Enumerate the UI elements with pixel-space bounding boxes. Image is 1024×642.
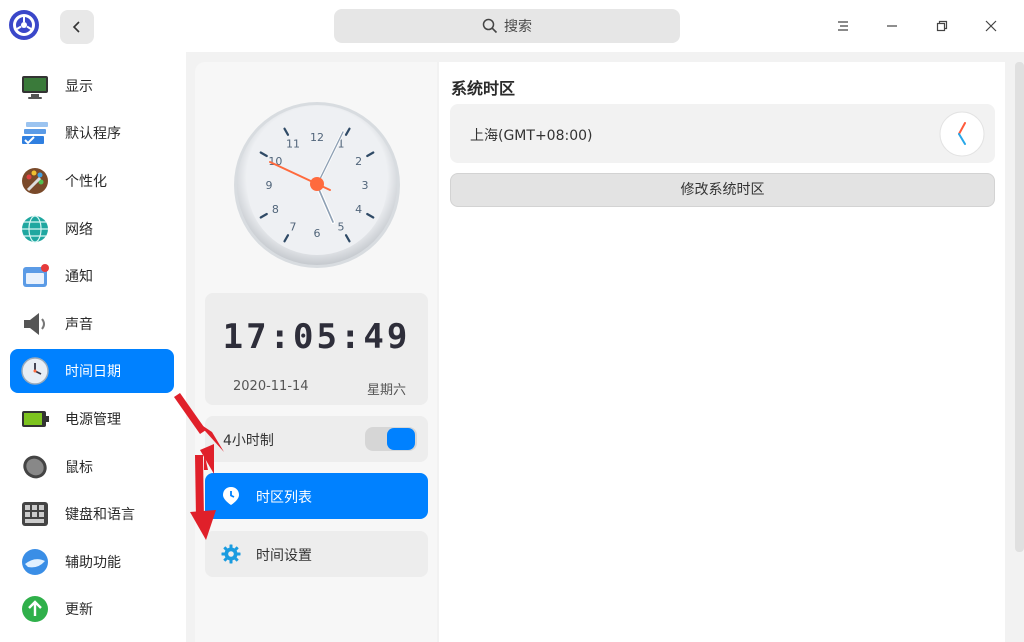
clock-icon: [21, 357, 49, 385]
sidebar-item-label: 网络: [65, 222, 93, 238]
sidebar-item-label: 辅助功能: [65, 555, 121, 571]
clock-number: 4: [355, 203, 362, 216]
search-placeholder: 搜索: [504, 19, 532, 35]
menu-icon: [838, 21, 848, 31]
sidebar-item-network[interactable]: 网络: [10, 207, 174, 251]
location-pin-icon: [223, 487, 239, 505]
control-center-logo-icon: [9, 10, 39, 40]
clock-number: 2: [355, 155, 362, 168]
current-weekday: 星期六: [366, 383, 406, 398]
current-date: 2020-11-14: [233, 379, 309, 394]
clock-number: 7: [290, 221, 297, 234]
back-button[interactable]: [60, 10, 94, 44]
sidebar-item-label: 电源管理: [65, 412, 121, 428]
sidebar-item-keyboard[interactable]: 键盘和语言: [10, 492, 174, 536]
clock-number: 6: [314, 227, 321, 240]
change-timezone-button[interactable]: 修改系统时区: [450, 173, 995, 207]
clock-number: 11: [286, 137, 300, 150]
search-icon: [482, 18, 498, 34]
speaker-icon: [24, 313, 45, 335]
hour24-row: 4小时制: [205, 416, 428, 462]
sidebar-item-notification[interactable]: 通知: [10, 254, 174, 298]
sidebar-item-sound[interactable]: 声音: [10, 302, 174, 346]
sidebar-item-power[interactable]: 电源管理: [10, 397, 174, 441]
sidebar-item-label: 声音: [65, 317, 93, 333]
sidebar-item-label: 鼠标: [65, 460, 93, 476]
clock-number: 3: [362, 179, 369, 192]
maximize-button[interactable]: [926, 10, 958, 42]
minimize-icon: [887, 25, 897, 27]
gear-icon: [221, 544, 241, 564]
network-icon: [22, 215, 48, 243]
time-settings-item[interactable]: 时间设置: [205, 531, 428, 577]
sidebar-item-label: 默认程序: [65, 126, 121, 142]
title-bar: 搜索: [0, 0, 1024, 52]
clock-number: 5: [338, 221, 345, 234]
clock-number: 9: [266, 179, 273, 192]
sidebar-item-display[interactable]: 显示: [10, 64, 174, 108]
close-icon: [985, 20, 997, 32]
sidebar: 显示 默认程序 个性化 网络 通知 声音 时间日期 电源管理 鼠标 键盘和语言 …: [0, 52, 186, 642]
keyboard-icon: [22, 502, 48, 526]
minimize-button[interactable]: [876, 10, 908, 42]
chevron-left-icon: [72, 21, 80, 33]
system-timezone-value: 上海(GMT+08:00): [470, 128, 593, 144]
time-settings-label: 时间设置: [256, 548, 312, 564]
sidebar-item-label: 时间日期: [65, 364, 121, 380]
sidebar-item-update[interactable]: 更新: [10, 587, 174, 631]
digital-clock-card: 17:05:49 2020-11-14 星期六: [205, 293, 428, 405]
default-apps-icon: [22, 122, 48, 145]
timezone-clock-icon: [939, 111, 985, 157]
sidebar-item-label: 个性化: [65, 174, 107, 190]
system-timezone-row: 上海(GMT+08:00): [450, 104, 995, 163]
monitor-icon: [22, 76, 48, 99]
sidebar-item-label: 通知: [65, 269, 93, 285]
clock-number: 8: [272, 203, 279, 216]
analog-clock: 12 1234567891011: [234, 102, 400, 268]
timezone-list-item[interactable]: 时区列表: [205, 473, 428, 519]
palette-icon: [22, 168, 48, 194]
sidebar-item-default-apps[interactable]: 默认程序: [10, 111, 174, 155]
close-button[interactable]: [975, 10, 1007, 42]
hour24-label: 4小时制: [223, 433, 274, 449]
sidebar-item-label: 显示: [65, 79, 93, 95]
toggle-knob: [387, 428, 415, 450]
system-timezone-title: 系统时区: [451, 79, 516, 98]
sidebar-item-label: 键盘和语言: [65, 507, 135, 523]
sidebar-item-label: 更新: [65, 602, 93, 618]
sidebar-item-datetime[interactable]: 时间日期: [10, 349, 174, 393]
digital-time: 17:05:49: [222, 317, 411, 357]
sidebar-item-accessibility[interactable]: 辅助功能: [10, 540, 174, 584]
scrollbar[interactable]: [1015, 62, 1024, 552]
accessibility-icon: [22, 549, 48, 575]
restore-icon: [936, 20, 948, 32]
mouse-icon: [23, 455, 47, 479]
timezone-list-label: 时区列表: [256, 490, 312, 506]
sidebar-item-mouse[interactable]: 鼠标: [10, 445, 174, 489]
update-icon: [22, 596, 48, 622]
search-input[interactable]: 搜索: [334, 9, 680, 43]
menu-button[interactable]: [827, 10, 859, 42]
hour24-toggle[interactable]: [365, 427, 417, 451]
clock-number: 12: [310, 131, 324, 144]
notification-icon: [23, 264, 49, 287]
battery-icon: [22, 411, 49, 427]
sidebar-item-personalization[interactable]: 个性化: [10, 159, 174, 203]
